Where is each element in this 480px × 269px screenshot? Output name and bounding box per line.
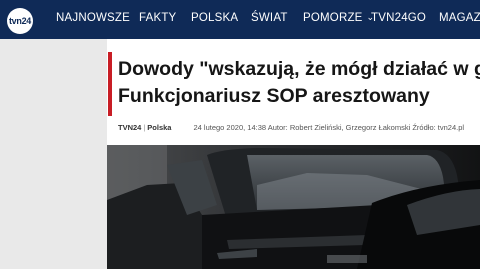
article-title-line-1: Dowody "wskazują, że mógł działać w g bbox=[118, 58, 480, 80]
nav-item-najnowsze[interactable]: NAJNOWSZE bbox=[56, 12, 130, 24]
left-margin bbox=[0, 39, 107, 269]
nav-item-pomorze[interactable]: POMORZE ⌄ bbox=[303, 12, 374, 24]
article-title: Dowody "wskazują, że mógł działać w g Fu… bbox=[118, 56, 480, 110]
section-label[interactable]: Polska bbox=[147, 123, 171, 132]
nav-item-fakty[interactable]: FAKTY bbox=[139, 12, 176, 24]
meta-separator: | bbox=[143, 123, 146, 132]
article-meta: TVN24 | Polska 24 lutego 2020, 14:38 Autor:… bbox=[118, 123, 464, 132]
car-photo-illustration bbox=[107, 145, 480, 269]
tvn24-logo[interactable]: tvn24 bbox=[7, 8, 33, 34]
top-navigation-bar: tvn24 NAJNOWSZE FAKTY POLSKA ŚWIAT POMOR… bbox=[0, 0, 480, 39]
nav-item-polska[interactable]: POLSKA bbox=[191, 12, 238, 24]
nav-item-pomorze-label: POMORZE bbox=[303, 12, 363, 24]
article-byline: 24 lutego 2020, 14:38 Autor: Robert Ziel… bbox=[193, 123, 465, 132]
nav-item-tvn24go[interactable]: TVN24GO bbox=[371, 12, 426, 24]
source-label[interactable]: TVN24 bbox=[118, 123, 141, 132]
headline-accent-bar bbox=[108, 52, 112, 116]
article-title-line-2: Funkcjonariusz SOP aresztowany bbox=[118, 85, 430, 107]
article-photo[interactable] bbox=[107, 145, 480, 269]
logo-text: tvn24 bbox=[8, 16, 31, 26]
nav-item-swiat[interactable]: ŚWIAT bbox=[251, 12, 288, 24]
nav-item-magazyn[interactable]: MAGAZY bbox=[439, 12, 480, 24]
